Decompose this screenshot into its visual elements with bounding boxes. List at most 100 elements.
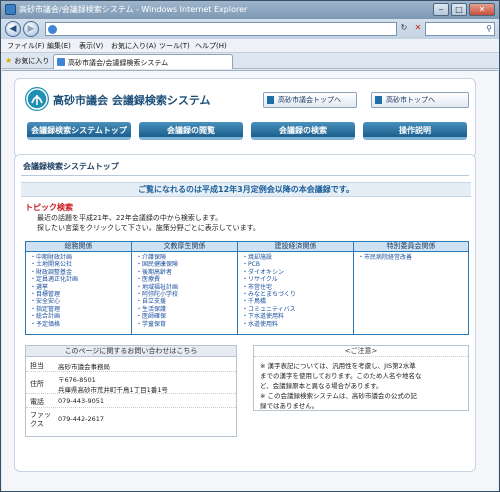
topic-link[interactable]: PCB: [238, 261, 353, 268]
topic-link[interactable]: 土地開発公社: [26, 261, 131, 268]
menu-favorites[interactable]: お気に入り(A): [111, 41, 156, 51]
address-bar[interactable]: [45, 22, 397, 36]
menu-help[interactable]: ヘルプ(H): [195, 41, 227, 51]
site-header: 高砂市議会 会議録検索システム 高砂市議会トップへ 高砂市トップへ 会議録検索シ…: [14, 78, 476, 158]
contact-heading: このページに関するお問い合わせはこちら: [26, 346, 236, 357]
browser-tab[interactable]: 高砂市議会/会議録検索システム: [53, 54, 233, 69]
caution-line: までの漢字を使用しております。このため人名や地名な: [260, 372, 422, 380]
topic-link[interactable]: 水道使用料: [238, 321, 353, 328]
contact-label: 住所: [30, 380, 44, 388]
topic-category-table: 総務関係 中期財政計画土地開発公社財政調整基金定員適正化計画選挙目標管理安全安心…: [25, 241, 469, 335]
city-top-link[interactable]: 高砂市トップへ: [371, 92, 469, 108]
site-name: 高砂市議会 会議録検索システム: [53, 94, 211, 107]
tab-browse[interactable]: 会議録の閲覧: [139, 122, 243, 140]
topic-link[interactable]: 自立支援: [132, 298, 237, 305]
contact-row: 電話 079-443-9051: [26, 394, 236, 408]
caution-line: 録ではありません。: [260, 402, 319, 410]
topic-link[interactable]: 医療費: [132, 276, 237, 283]
menu-edit[interactable]: 編集(E): [47, 41, 71, 51]
topic-link[interactable]: 市民病院経営改善: [354, 254, 468, 261]
category-header: 総務関係: [26, 242, 131, 252]
council-top-label: 高砂市議会トップへ: [278, 96, 341, 104]
contact-label: 電話: [30, 398, 44, 406]
contact-value: 高砂市議会事務局: [58, 363, 110, 371]
contact-row: ファックス 079-442-2617: [26, 408, 236, 436]
maximize-button[interactable]: □: [451, 3, 467, 16]
page-icon: [48, 25, 57, 34]
category-column: 建設経済関係 焼却施設PCBダイオキシンリサイクル市営住宅みなとまちづくり千鳥橋…: [238, 242, 354, 334]
caution-line: ※ この会議録検索システムは、高砂市議会の公式の記: [260, 392, 417, 400]
topic-link[interactable]: 学童保育: [132, 321, 237, 328]
topic-link[interactable]: 市営住宅: [238, 284, 353, 291]
topic-link[interactable]: 国民健康保険: [132, 261, 237, 268]
topic-link[interactable]: リサイクル: [238, 276, 353, 283]
availability-notice: ご覧になれるのは平成12年3月定例会以降の本会議録です。: [21, 182, 471, 197]
council-top-link[interactable]: 高砂市議会トップへ: [263, 92, 357, 108]
category-header: 文教厚生関係: [132, 242, 237, 252]
refresh-icon[interactable]: ↻: [397, 22, 411, 36]
topic-heading: トピック検索: [25, 203, 73, 212]
topic-link[interactable]: 定員適正化計画: [26, 276, 131, 283]
topic-link[interactable]: 地域福祉計画: [132, 284, 237, 291]
topic-link[interactable]: 医師確保: [132, 313, 237, 320]
menu-tools[interactable]: ツール(T): [159, 41, 190, 51]
city-top-label: 高砂市トップへ: [386, 96, 435, 104]
category-items: 介護保険国民健康保険後期高齢者医療費地域福祉計画阿弥陀小学校自立支援生活保護医師…: [132, 254, 237, 328]
menu-bar: ファイル(F) 編集(E) 表示(V) お気に入り(A) ツール(T) ヘルプ(…: [1, 39, 499, 53]
topic-link[interactable]: 焼却施設: [238, 254, 353, 261]
contact-value: 079-443-9051: [58, 397, 105, 405]
link-marker-icon: [267, 96, 274, 104]
tab-system-top[interactable]: 会議録検索システムトップ: [27, 122, 131, 140]
tab-search[interactable]: 会議録の検索: [251, 122, 355, 140]
topic-link[interactable]: 選挙: [26, 284, 131, 291]
topic-description: 最近の話題を平成21年、22年会議録の中から検索します。: [37, 214, 223, 222]
link-marker-icon: [375, 96, 382, 104]
close-button[interactable]: ✕: [469, 3, 495, 16]
favorites-label: お気に入り: [14, 57, 50, 65]
main-nav: 会議録検索システムトップ 会議録の閲覧 会議録の検索 操作説明: [27, 122, 467, 142]
menu-view[interactable]: 表示(V): [79, 41, 103, 51]
caution-line: ※ 漢字表記については、汎用性を考慮し、JIS第2水準: [260, 362, 416, 370]
tab-help[interactable]: 操作説明: [363, 122, 467, 140]
browser-window: 高砂市議会/会議録検索システム - Windows Internet Explo…: [0, 0, 500, 492]
search-icon[interactable]: ⚲: [486, 24, 492, 33]
contact-value: 079-442-2617: [58, 415, 105, 423]
topic-instruction: 探したい言葉をクリックして下さい。施策分野ごとに表示しています。: [37, 224, 260, 232]
contact-value: 〒676-8501: [58, 376, 96, 384]
tab-title: 高砂市議会/会議録検索システム: [68, 59, 169, 67]
topic-link[interactable]: 安全安心: [26, 298, 131, 305]
viewport-border: [2, 70, 498, 71]
category-items: 中期財政計画土地開発公社財政調整基金定員適正化計画選挙目標管理安全安心指定管理総…: [26, 254, 131, 328]
caution-heading: <ご注意>: [254, 346, 468, 357]
contact-label: ファックス: [30, 411, 51, 428]
search-input[interactable]: ⚲: [425, 22, 495, 36]
stop-icon[interactable]: ✕: [411, 22, 425, 36]
window-title: 高砂市議会/会議録検索システム - Windows Internet Explo…: [19, 5, 248, 14]
contact-label: 担当: [30, 362, 44, 370]
address-row: ◀ ▶ ↻ ✕ ⚲: [1, 19, 499, 39]
back-icon[interactable]: ◀: [5, 21, 21, 37]
title-bar: 高砂市議会/会議録検索システム - Windows Internet Explo…: [1, 1, 499, 19]
tab-page-icon: [57, 58, 65, 66]
category-column: 特別委員会関係 市民病院経営改善: [354, 242, 468, 334]
topic-link[interactable]: 千鳥橋: [238, 298, 353, 305]
contact-value: 兵庫県高砂市荒井町千鳥1丁目1番1号: [58, 386, 168, 394]
main-panel: 会議録検索システムトップ ご覧になれるのは平成12年3月定例会以降の本会議録です…: [14, 154, 476, 472]
favorites-button[interactable]: ★ お気に入り: [5, 56, 49, 66]
category-items: 市民病院経営改善: [354, 254, 468, 261]
menu-file[interactable]: ファイル(F): [7, 41, 45, 51]
caution-box: <ご注意> ※ 漢字表記については、汎用性を考慮し、JIS第2水準 までの漢字を…: [253, 345, 469, 411]
tab-row: ★ お気に入り 高砂市議会/会議録検索システム: [1, 53, 499, 69]
page-title: 会議録検索システムトップ: [23, 162, 119, 171]
topic-link[interactable]: 下水道使用料: [238, 313, 353, 320]
title-divider: [21, 175, 469, 176]
forward-icon[interactable]: ▶: [23, 21, 39, 37]
category-column: 総務関係 中期財政計画土地開発公社財政調整基金定員適正化計画選挙目標管理安全安心…: [26, 242, 132, 334]
category-header: 特別委員会関係: [354, 242, 468, 252]
topic-link[interactable]: 総合計画: [26, 313, 131, 320]
topic-link[interactable]: 予定価格: [26, 321, 131, 328]
topic-link[interactable]: ダイオキシン: [238, 269, 353, 276]
category-items: 焼却施設PCBダイオキシンリサイクル市営住宅みなとまちづくり千鳥橋コミュニティバ…: [238, 254, 353, 328]
minimize-button[interactable]: ‒: [433, 3, 449, 16]
category-header: 建設経済関係: [238, 242, 353, 252]
